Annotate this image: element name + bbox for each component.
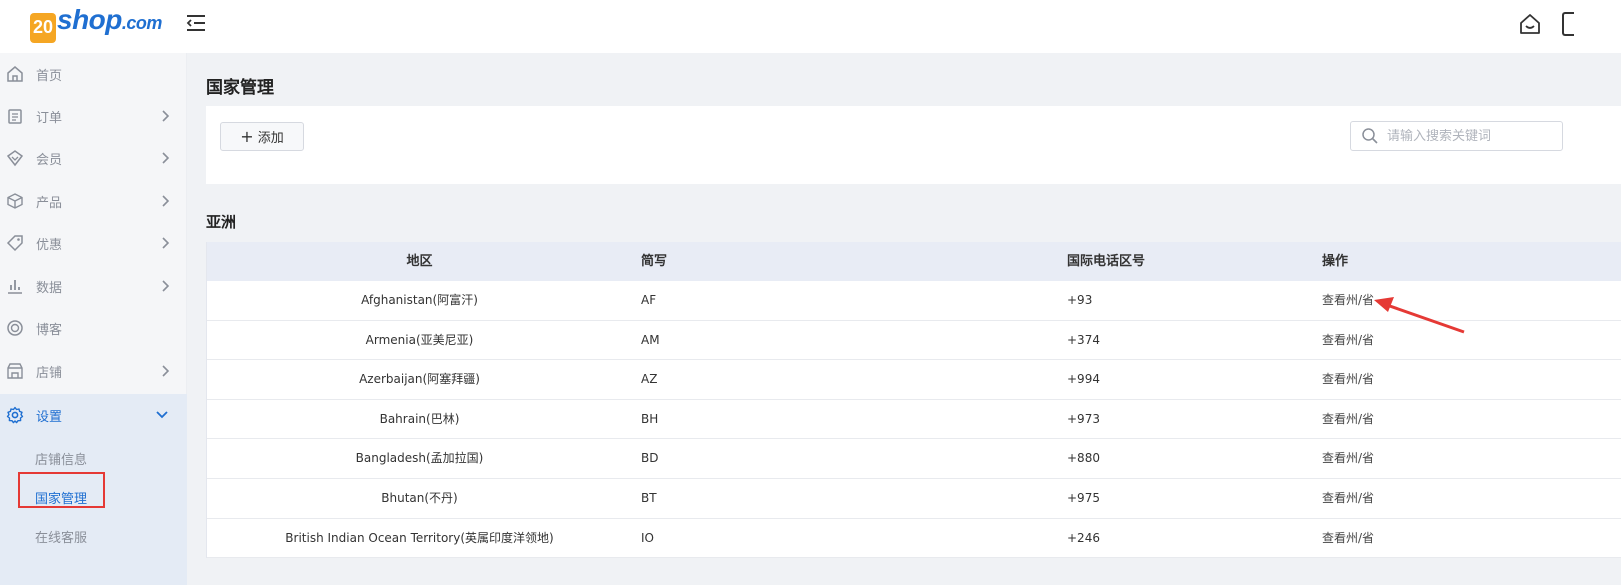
chevron-right-icon (162, 110, 170, 122)
sidebar-item-label: 设置 (36, 409, 63, 425)
logo-suffix: .com (121, 13, 163, 33)
sidebar-item-promotions[interactable]: 优惠 (0, 222, 187, 264)
table-row: Bhutan(不丹) BT +975 查看州/省 (207, 478, 1621, 519)
cell-tel-code: +93 (1067, 293, 1093, 307)
blog-icon (7, 320, 23, 336)
cell-tel-code: +975 (1067, 490, 1100, 505)
cell-region: Afghanistan(阿富汗) (361, 293, 478, 307)
sidebar-item-products[interactable]: 产品 (0, 180, 187, 222)
table-row: Afghanistan(阿富汗) AF +93 查看州/省 (207, 281, 1621, 321)
main-content: 国家管理 + 添加 亚洲 地区 简写 国际电话区号 操作 Afghanistan… (187, 53, 1621, 585)
search-box[interactable] (1350, 121, 1563, 151)
column-header-region: 地区 (406, 254, 433, 269)
sidebar-item-label: 店铺 (36, 365, 63, 381)
cell-region: Bangladesh(孟加拉国) (355, 451, 484, 466)
cell-abbr: BH (641, 411, 659, 426)
cell-region: Azerbaijan(阿塞拜疆) (359, 372, 480, 387)
annotation-highlight-box (18, 472, 105, 508)
gear-icon (6, 406, 24, 424)
table-row: Armenia(亚美尼亚) AM +374 查看州/省 (207, 320, 1621, 361)
home-icon[interactable] (1518, 12, 1542, 36)
table-row: British Indian Ocean Territory(英属印度洋领地) … (207, 518, 1621, 559)
shop-logo[interactable]: 20 shop.com (30, 4, 162, 43)
table-row: Bahrain(巴林) BH +973 查看州/省 (207, 399, 1621, 440)
view-states-link[interactable]: 查看州/省 (1322, 281, 1374, 320)
table-row: Azerbaijan(阿塞拜疆) AZ +994 查看州/省 (207, 360, 1621, 400)
cell-abbr: AZ (641, 372, 658, 387)
add-button[interactable]: + 添加 (220, 122, 304, 151)
cell-region: Bhutan(不丹) (381, 490, 458, 505)
store-icon (7, 363, 23, 379)
sidebar-item-settings[interactable]: 设置 (0, 394, 187, 436)
logo-name: shop (57, 4, 122, 35)
sidebar-subitem-store-info[interactable]: 店铺信息 (35, 449, 87, 468)
toolbar: + 添加 (206, 106, 1621, 184)
sidebar-item-label: 优惠 (36, 237, 63, 253)
sidebar-item-label: 产品 (36, 195, 63, 211)
view-states-link[interactable]: 查看州/省 (1322, 519, 1374, 558)
sidebar-item-blog[interactable]: 博客 (0, 307, 187, 349)
search-icon (1362, 128, 1378, 144)
cell-region: British Indian Ocean Territory(英属印度洋领地) (285, 530, 554, 545)
sidebar-item-label: 订单 (36, 110, 63, 126)
logo-text: shop.com (57, 4, 162, 36)
cell-region: Bahrain(巴林) (379, 411, 460, 426)
view-states-link[interactable]: 查看州/省 (1322, 439, 1374, 478)
cell-abbr: AF (641, 293, 657, 307)
cell-abbr: AM (641, 332, 660, 347)
sidebar-item-store[interactable]: 店铺 (0, 350, 187, 392)
cell-tel-code: +374 (1067, 332, 1100, 347)
view-states-link[interactable]: 查看州/省 (1322, 321, 1374, 360)
chart-icon (8, 280, 22, 294)
cell-abbr: BT (641, 490, 657, 505)
table-row: Bangladesh(孟加拉国) BD +880 查看州/省 (207, 439, 1621, 479)
chevron-right-icon (162, 152, 170, 164)
chevron-right-icon (162, 280, 170, 292)
sidebar-item-label: 首页 (36, 68, 63, 84)
logo-mark: 20 (30, 12, 56, 43)
sidebar-item-data[interactable]: 数据 (0, 265, 187, 307)
sidebar-item-label: 会员 (36, 152, 63, 168)
cell-tel-code: +880 (1067, 451, 1100, 466)
cell-region: Armenia(亚美尼亚) (365, 332, 474, 347)
sidebar-item-home[interactable]: 首页 (0, 53, 187, 95)
cell-abbr: IO (641, 530, 654, 545)
sidebar-subitem-online-service[interactable]: 在线客服 (35, 527, 87, 546)
view-states-link[interactable]: 查看州/省 (1322, 479, 1374, 518)
product-box-icon (7, 193, 23, 209)
cell-tel-code: +246 (1067, 530, 1100, 545)
view-states-link[interactable]: 查看州/省 (1322, 400, 1374, 439)
menu-collapse-icon[interactable] (186, 14, 206, 32)
search-input[interactable] (1387, 128, 1557, 144)
cell-tel-code: +973 (1067, 411, 1100, 426)
page-title: 国家管理 (206, 78, 274, 98)
tag-icon (6, 235, 23, 252)
top-header: 20 shop.com (0, 0, 1621, 53)
column-header-actions: 操作 (1322, 254, 1349, 269)
add-button-label: 添加 (257, 131, 284, 146)
country-table: 地区 简写 国际电话区号 操作 Afghanistan(阿富汗) AF +93 … (206, 242, 1621, 559)
member-icon (6, 150, 24, 167)
chevron-right-icon (162, 195, 170, 207)
user-menu-icon[interactable] (1562, 12, 1574, 36)
order-icon (8, 109, 22, 124)
table-header: 地区 简写 国际电话区号 操作 (207, 242, 1621, 281)
column-header-tel-code: 国际电话区号 (1067, 254, 1146, 269)
sidebar-item-label: 博客 (36, 322, 63, 338)
chevron-down-icon (156, 411, 168, 419)
sidebar-item-label: 数据 (36, 280, 63, 296)
chevron-right-icon (162, 365, 170, 377)
column-header-abbr: 简写 (641, 254, 668, 269)
cell-tel-code: +994 (1067, 372, 1100, 387)
cell-abbr: BD (641, 451, 659, 466)
sidebar-item-orders[interactable]: 订单 (0, 95, 187, 137)
view-states-link[interactable]: 查看州/省 (1322, 360, 1374, 399)
section-title-asia: 亚洲 (206, 213, 237, 231)
plus-icon: + (240, 127, 254, 146)
chevron-right-icon (162, 237, 170, 249)
home-icon (7, 66, 23, 82)
sidebar-item-members[interactable]: 会员 (0, 137, 187, 179)
